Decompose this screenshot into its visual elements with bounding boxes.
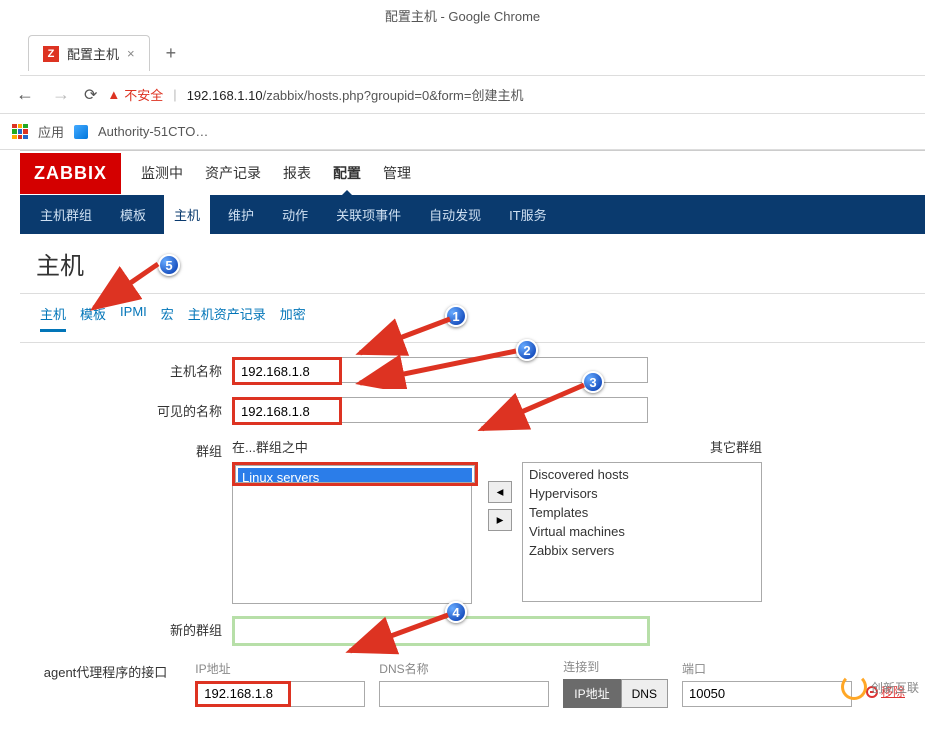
url-path: /zabbix/hosts.php?groupid=0&form=创建主机	[263, 88, 524, 103]
url-host: 192.168.1.10	[187, 88, 263, 103]
back-button[interactable]: ←	[12, 84, 38, 105]
security-label: 不安全	[124, 85, 163, 104]
apps-label[interactable]: 应用	[38, 122, 64, 141]
new-group-input[interactable]	[232, 616, 650, 646]
close-icon[interactable]: ×	[127, 46, 135, 61]
caption-port: 端口	[682, 660, 852, 677]
submenu-itservices[interactable]: IT服务	[499, 195, 557, 234]
caption-connect-to: 连接到	[563, 658, 668, 675]
visible-name-input[interactable]	[232, 397, 342, 425]
reload-button[interactable]: ⟳	[84, 85, 97, 105]
submenu-actions[interactable]: 动作	[272, 195, 318, 234]
brand-ring-icon	[841, 674, 867, 700]
address-bar: ← → ⟳ ▲ 不安全 | 192.168.1.10/zabbix/hosts.…	[0, 76, 925, 114]
submenu-maintenance[interactable]: 维护	[218, 195, 264, 234]
host-name-input[interactable]	[232, 357, 342, 385]
tab-ipmi[interactable]: IPMI	[120, 304, 147, 332]
interface-ip-input-ext[interactable]	[291, 681, 365, 707]
bookmark-link[interactable]: Authority-51CTO…	[98, 124, 208, 139]
submenu-discovery[interactable]: 自动发现	[419, 195, 491, 234]
list-item[interactable]: Virtual machines	[525, 522, 759, 541]
connect-ip-button[interactable]: IP地址	[563, 679, 620, 708]
footer-brand: 创新互联	[841, 674, 919, 700]
list-item[interactable]: Zabbix servers	[525, 541, 759, 560]
row-groups: 群组 在...群组之中 Linux servers ◂ ▸ 其它群组	[40, 437, 905, 604]
annotation-badge-3: 3	[582, 371, 604, 393]
submenu-templates[interactable]: 模板	[110, 195, 156, 234]
annotation-badge-1: 1	[445, 305, 467, 327]
forward-button[interactable]: →	[48, 84, 74, 105]
move-left-button[interactable]: ◂	[488, 481, 512, 503]
url-field[interactable]: 192.168.1.10/zabbix/hosts.php?groupid=0&…	[187, 85, 524, 104]
interface-dns-input[interactable]	[379, 681, 549, 707]
connect-to-toggle: IP地址 DNS	[563, 679, 668, 708]
caption-ip: IP地址	[195, 660, 365, 677]
list-item[interactable]: Hypervisors	[525, 484, 759, 503]
main-menu: 监测中 资产记录 报表 配置 管理	[121, 151, 431, 195]
zabbix-logo[interactable]: ZABBIX	[20, 153, 121, 194]
menu-configuration[interactable]: 配置	[331, 151, 363, 195]
submenu-hostgroups[interactable]: 主机群组	[30, 195, 102, 234]
sub-menu: 主机群组 模板 主机 维护 动作 关联项事件 自动发现 IT服务	[20, 195, 925, 234]
tab-host[interactable]: 主机	[40, 304, 66, 332]
menu-administration[interactable]: 管理	[381, 151, 413, 195]
browser-tab-bar: Z 配置主机 × +	[20, 31, 925, 76]
row-visible-name: 可见的名称	[40, 397, 905, 425]
annotation-badge-5: 5	[158, 254, 180, 276]
security-warning[interactable]: ▲ 不安全	[107, 85, 163, 104]
list-item[interactable]: Linux servers	[238, 468, 472, 483]
zabbix-app: ZABBIX 监测中 资产记录 报表 配置 管理 主机群组 模板 主机 维护 动…	[20, 150, 925, 734]
bookmark-icon	[74, 125, 88, 139]
selected-groups-listbox-body[interactable]	[232, 486, 472, 604]
apps-icon[interactable]	[12, 124, 28, 140]
brand-text: 创新互联	[871, 679, 919, 696]
form-tabs: 主机 模板 IPMI 宏 主机资产记录 加密 5	[20, 294, 925, 343]
host-form: 主机名称 可见的名称 群组 在...群组之中 Linux servers	[20, 343, 925, 734]
caption-other-groups: 其它群组	[522, 437, 762, 456]
tab-macros[interactable]: 宏	[161, 304, 174, 332]
annotation-badge-4: 4	[445, 601, 467, 623]
caption-dns: DNS名称	[379, 660, 549, 677]
tab-encryption[interactable]: 加密	[280, 304, 306, 332]
caption-in-group: 在...群组之中	[232, 437, 478, 456]
label-host-name: 主机名称	[40, 357, 232, 380]
label-visible-name: 可见的名称	[40, 397, 232, 420]
label-groups: 群组	[40, 437, 232, 460]
selected-groups-listbox[interactable]: Linux servers	[235, 465, 475, 483]
new-tab-button[interactable]: +	[158, 43, 185, 64]
annotation-badge-2: 2	[516, 339, 538, 361]
submenu-hosts[interactable]: 主机	[164, 195, 210, 234]
menu-reports[interactable]: 报表	[281, 151, 313, 195]
row-new-group: 新的群组	[40, 616, 905, 646]
page-title: 主机	[20, 234, 925, 294]
bookmark-bar: 应用 Authority-51CTO…	[0, 114, 925, 150]
browser-tab[interactable]: Z 配置主机 ×	[28, 35, 150, 71]
tab-templates[interactable]: 模板	[80, 304, 106, 332]
group-mover: ◂ ▸	[488, 481, 512, 531]
submenu-correlation[interactable]: 关联项事件	[326, 195, 411, 234]
row-host-name: 主机名称	[40, 357, 905, 385]
list-item[interactable]: Discovered hosts	[525, 465, 759, 484]
interface-port-input[interactable]	[682, 681, 852, 707]
row-agent-interfaces: agent代理程序的接口 IP地址 DNS名称 连接到 IP地址	[40, 658, 905, 708]
label-new-group: 新的群组	[40, 616, 232, 639]
tab-title: 配置主机	[67, 44, 119, 63]
menu-inventory[interactable]: 资产记录	[203, 151, 263, 195]
warning-icon: ▲	[107, 87, 120, 102]
menu-monitoring[interactable]: 监测中	[139, 151, 185, 195]
tab-inventory[interactable]: 主机资产记录	[188, 304, 266, 332]
other-groups-listbox[interactable]: Discovered hosts Hypervisors Templates V…	[522, 462, 762, 602]
label-agent-interfaces: agent代理程序的接口	[40, 658, 177, 681]
move-right-button[interactable]: ▸	[488, 509, 512, 531]
window-title: 配置主机 - Google Chrome	[0, 0, 925, 31]
interface-ip-input[interactable]	[195, 681, 291, 707]
zabbix-favicon: Z	[43, 46, 59, 62]
top-bar: ZABBIX 监测中 资产记录 报表 配置 管理	[20, 151, 925, 195]
list-item[interactable]: Templates	[525, 503, 759, 522]
connect-dns-button[interactable]: DNS	[621, 679, 668, 708]
visible-name-input-ext[interactable]	[342, 397, 648, 423]
